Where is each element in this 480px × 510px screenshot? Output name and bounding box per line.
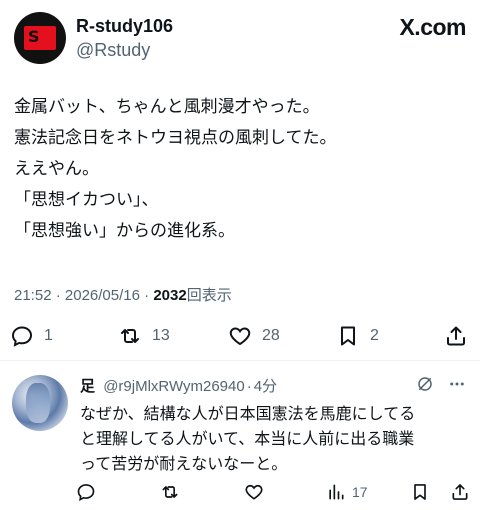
tweet-line: 「思想イカつい」、 bbox=[14, 190, 159, 210]
tweet-line: ええやん。 bbox=[14, 159, 99, 179]
reply-like-button[interactable] bbox=[244, 478, 264, 506]
retweet-count: 13 bbox=[152, 327, 170, 344]
reply-header-icons bbox=[416, 375, 466, 393]
avatar-logo: S bbox=[24, 26, 56, 50]
tweet-line: 金属バット、ちゃんと風刺漫才やった。 bbox=[14, 97, 320, 117]
tweet-header: S R-study106 @Rstudy X.com bbox=[14, 12, 466, 68]
share-button[interactable] bbox=[444, 322, 468, 350]
tweet-actions: 1 13 28 2 bbox=[10, 322, 470, 350]
views-count[interactable]: 2032 bbox=[153, 287, 186, 304]
reply-avatar[interactable] bbox=[12, 375, 68, 431]
avatar-logo-text: S bbox=[28, 27, 39, 46]
reply-tweet[interactable]: 足 @r9jMlxRWym26940 · 4分 なぜか、結構な人が日本国憲法を馬鹿に… bbox=[0, 361, 480, 510]
reply-handle[interactable]: @r9jMlxRWym26940 bbox=[103, 378, 245, 395]
heart-icon bbox=[245, 484, 263, 500]
views-label: 回表示 bbox=[186, 287, 232, 304]
reply-line: って苦労が耐えないなーと。 bbox=[80, 454, 288, 473]
meta-separator: · bbox=[55, 287, 61, 304]
reply-line: なぜか、結構な人が日本国憲法を馬鹿にしてる bbox=[80, 404, 416, 423]
tweet-line: 「思想強い」からの進化系。 bbox=[14, 221, 235, 241]
x-logo: X.com bbox=[399, 14, 466, 40]
reply-separator: · bbox=[246, 378, 252, 395]
like-count: 28 bbox=[262, 327, 280, 344]
retweet-icon bbox=[121, 329, 139, 343]
reply-display-name[interactable]: 足 bbox=[80, 377, 95, 395]
bookmark-icon bbox=[414, 484, 426, 500]
reply-views-count: 17 bbox=[352, 484, 368, 500]
tweet-text: 金属バット、ちゃんと風刺漫才やった。 憲法記念日をネトウヨ視点の風刺してた。 え… bbox=[14, 92, 466, 247]
heart-icon bbox=[229, 327, 251, 346]
share-icon bbox=[452, 484, 468, 500]
share-icon bbox=[447, 326, 465, 346]
user-handle[interactable]: @Rstudy bbox=[76, 40, 150, 61]
tweet-date[interactable]: 2026/05/16 bbox=[65, 287, 140, 304]
retweet-icon bbox=[162, 486, 178, 498]
tweet-meta: 21:52 · 2026/05/16 · 2032回表示 bbox=[14, 284, 232, 305]
bookmark-button[interactable]: 2 bbox=[336, 322, 379, 350]
reply-bookmark-button[interactable] bbox=[410, 478, 430, 506]
reply-icon bbox=[77, 484, 95, 501]
reply-count: 1 bbox=[44, 327, 53, 344]
reply-share-button[interactable] bbox=[450, 478, 470, 506]
reply-text: なぜか、結構な人が日本国憲法を馬鹿にしてる と理解してる人がいて、本当に人前に出… bbox=[80, 401, 470, 476]
display-name[interactable]: R-study106 bbox=[76, 16, 173, 37]
reply-line: と理解してる人がいて、本当に人前に出る職業 bbox=[80, 429, 415, 448]
avatar[interactable]: S bbox=[14, 12, 66, 64]
reply-retweet-button[interactable] bbox=[160, 478, 180, 506]
reply-icon bbox=[11, 326, 33, 347]
meta-separator: · bbox=[144, 287, 150, 304]
tweet-line: 憲法記念日をネトウヨ視点の風刺してた。 bbox=[14, 128, 337, 148]
bookmark-count: 2 bbox=[370, 327, 379, 344]
grok-icon[interactable] bbox=[416, 375, 434, 393]
reply-reply-button[interactable] bbox=[76, 478, 96, 506]
tweet-time[interactable]: 21:52 bbox=[14, 287, 52, 304]
reply-views-button[interactable]: 17 bbox=[326, 478, 368, 506]
bookmark-icon bbox=[341, 326, 355, 346]
reply-actions: 17 bbox=[76, 478, 472, 502]
more-icon[interactable] bbox=[448, 375, 466, 393]
retweet-button[interactable]: 13 bbox=[118, 322, 170, 350]
like-button[interactable]: 28 bbox=[228, 322, 280, 350]
reply-button[interactable]: 1 bbox=[10, 322, 53, 350]
reply-time[interactable]: 4分 bbox=[254, 378, 277, 395]
reply-header: 足 @r9jMlxRWym26940 · 4分 bbox=[80, 375, 470, 397]
views-icon bbox=[329, 484, 344, 500]
